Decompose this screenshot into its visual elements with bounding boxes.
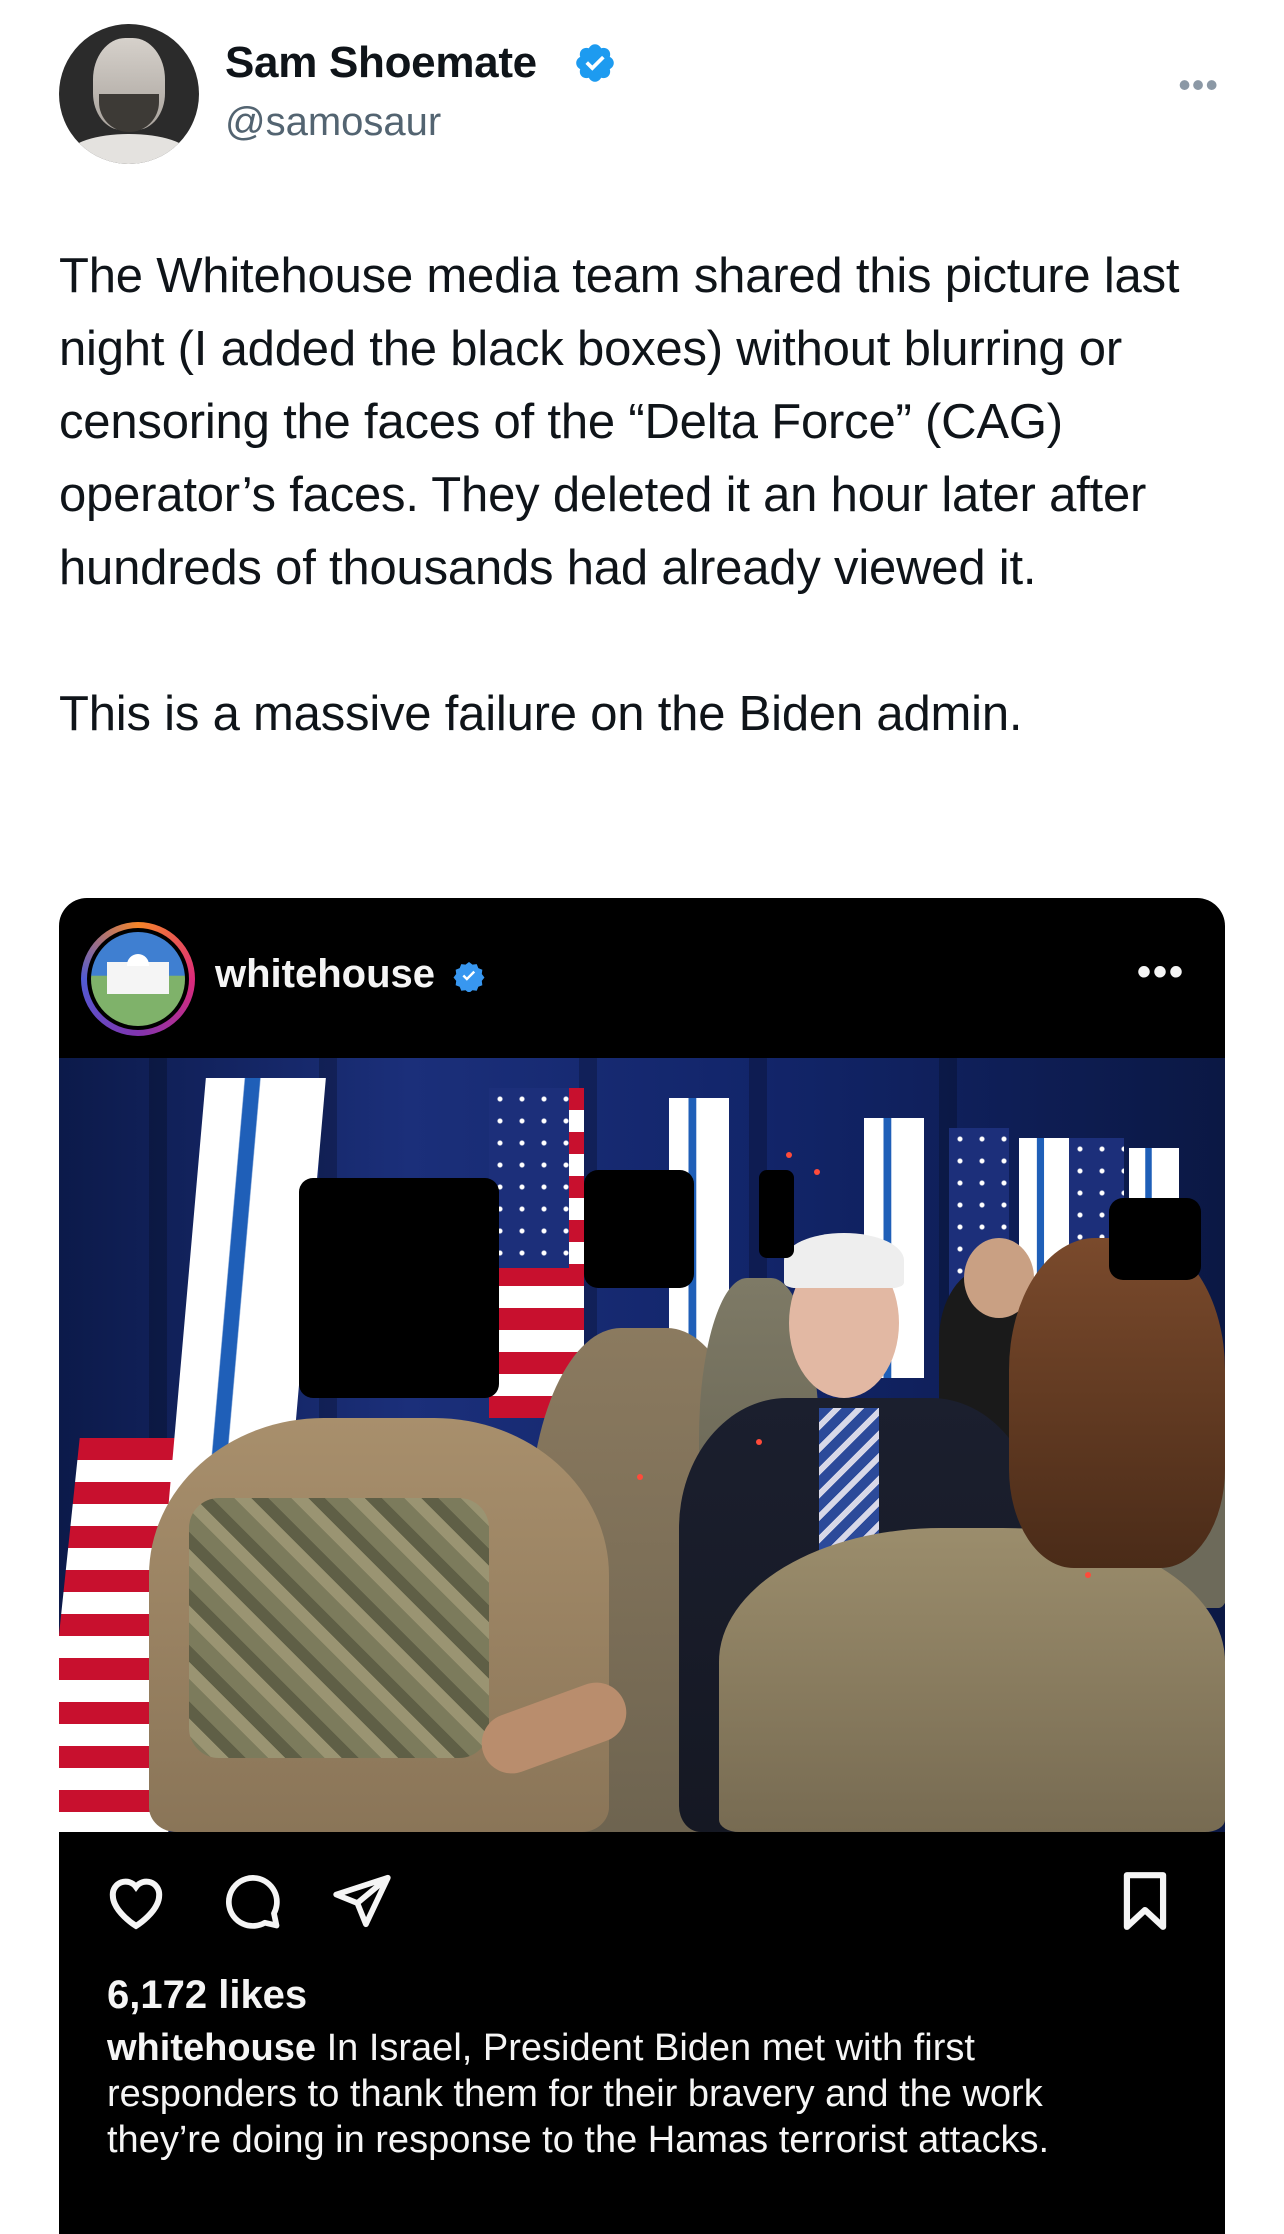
heart-icon[interactable] (103, 1870, 169, 1930)
operator-foreground (719, 1528, 1225, 1832)
caption-username[interactable]: whitehouse (107, 2027, 316, 2069)
whitehouse-avatar (87, 928, 189, 1030)
share-icon[interactable] (331, 1870, 393, 1932)
censor-box (299, 1178, 499, 1398)
red-dot (786, 1152, 792, 1158)
censor-box (759, 1170, 794, 1258)
instagram-verified-icon (453, 962, 485, 992)
author-handle[interactable]: @samosaur (225, 100, 441, 145)
likes-count[interactable]: 6,172 likes (107, 1973, 307, 2018)
bookmark-icon[interactable] (1117, 1870, 1173, 1932)
comment-icon[interactable] (221, 1870, 283, 1932)
post-photo (59, 1058, 1225, 1832)
more-horizontal-icon[interactable]: ••• (1178, 64, 1219, 106)
avatar-building (107, 962, 169, 994)
red-dot (814, 1169, 820, 1175)
censor-box (1109, 1198, 1201, 1280)
instagram-post-header: whitehouse ••• (59, 898, 1225, 1058)
avatar-beard (99, 94, 159, 132)
red-dot (756, 1439, 762, 1445)
red-dot (1085, 1572, 1091, 1578)
biden-hair (784, 1233, 904, 1288)
tweet-paragraph: The Whitehouse media team shared this pi… (59, 249, 1180, 595)
flag-canton (489, 1088, 569, 1268)
post-caption: whitehouse In Israel, President Biden me… (107, 2025, 1147, 2163)
red-dot (637, 1474, 643, 1480)
author-avatar[interactable] (59, 24, 199, 164)
verified-badge-icon (576, 44, 614, 82)
instagram-username[interactable]: whitehouse (215, 952, 435, 997)
censor-box (584, 1170, 694, 1288)
long-hair-operator (1009, 1238, 1225, 1568)
embedded-instagram-screenshot[interactable]: whitehouse ••• 6,172 likes whitehouse In… (59, 898, 1225, 2234)
tweet-text: The Whitehouse media team shared this pi… (59, 240, 1229, 751)
story-ring[interactable] (81, 922, 195, 1036)
avatar-shirt (69, 134, 189, 164)
tweet-header: Sam Shoemate @samosaur ••• (59, 24, 1225, 164)
author-name[interactable]: Sam Shoemate (225, 38, 537, 88)
plate-carrier (189, 1498, 489, 1758)
more-horizontal-icon[interactable]: ••• (1137, 950, 1185, 995)
tweet-paragraph: This is a massive failure on the Biden a… (59, 687, 1023, 741)
post-actions (59, 1832, 1225, 1952)
